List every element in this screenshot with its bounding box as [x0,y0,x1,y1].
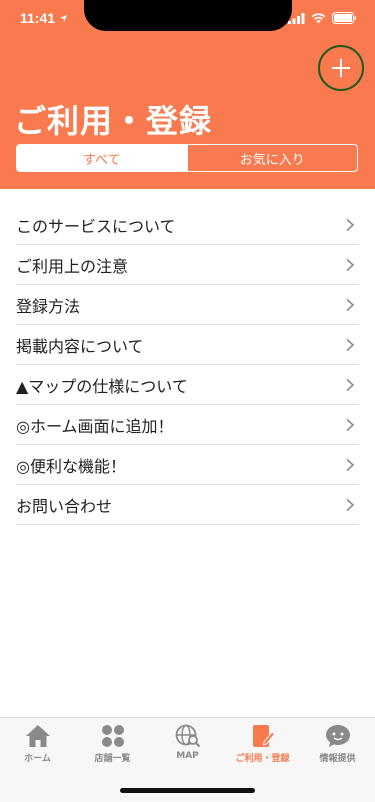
status-icons [288,12,357,24]
filter-segmented-control: すべて お気に入り [16,144,358,172]
tab-label: MAP [176,751,199,761]
list-item-label: お問い合わせ [16,496,113,516]
chevron-right-icon [346,298,355,311]
battery-icon [332,12,357,24]
list-item-map-specs[interactable]: ▲マップの仕様について [16,365,359,405]
grid-dots-icon [101,725,124,747]
tab-label: ホーム [24,754,51,764]
list-item-useful-features[interactable]: ◎便利な機能！ [16,445,359,485]
status-time: 11:41 [20,10,68,26]
time-text: 11:41 [20,10,56,26]
chevron-right-icon [346,218,355,231]
plus-icon [332,59,350,77]
list-item-listing-content[interactable]: 掲載内容について [16,325,359,365]
tab-label: ご利用・登録 [235,754,290,764]
signal-icon [288,12,305,24]
list-item-label: 登録方法 [16,296,81,316]
segment-all[interactable]: すべて [17,145,187,171]
list-item-label: ◎ホーム画面に追加！ [16,416,174,436]
list-item-label: ▲マップの仕様について [16,376,188,396]
list-item-usage-notes[interactable]: ご利用上の注意 [16,245,359,285]
tab-usage-registration[interactable]: ご利用・登録 [225,724,300,774]
chevron-right-icon [346,378,355,391]
home-icon [25,725,50,747]
phone-screen: 11:41 ご利用・登録 すべて お気に入り このサービスについて ご利用上の注… [0,0,375,802]
chat-bubble-icon [325,725,350,747]
tab-label: 情報提供 [319,754,356,764]
chevron-right-icon [346,498,355,511]
tab-store-list[interactable]: 店舗一覧 [75,724,150,774]
tab-info-submission[interactable]: 情報提供 [300,724,375,774]
list-item-contact[interactable]: お問い合わせ [16,485,359,525]
location-arrow-icon [59,14,68,22]
header: 11:41 ご利用・登録 すべて お気に入り [0,0,375,189]
list-item-about-service[interactable]: このサービスについて [16,205,359,245]
list-item-label: 掲載内容について [16,336,144,356]
segment-favorites[interactable]: お気に入り [186,145,358,171]
list-item-label: ◎便利な機能！ [16,456,126,476]
chevron-right-icon [346,458,355,471]
device-notch [84,0,292,31]
home-indicator [120,788,255,793]
tab-map[interactable]: MAP [150,724,225,774]
document-pen-icon [252,725,275,747]
list-item-label: ご利用上の注意 [16,256,129,276]
wifi-icon [311,12,326,23]
status-bar: 11:41 [0,0,375,44]
chevron-right-icon [346,258,355,271]
chevron-right-icon [346,338,355,351]
list-item-add-to-home[interactable]: ◎ホーム画面に追加！ [16,405,359,445]
menu-list: このサービスについて ご利用上の注意 登録方法 掲載内容について ▲マップの仕様… [16,205,359,525]
globe-search-icon [175,724,200,748]
list-item-registration-method[interactable]: 登録方法 [16,285,359,325]
tab-home[interactable]: ホーム [0,724,75,774]
tab-label: 店舗一覧 [94,754,131,764]
list-item-label: このサービスについて [16,216,176,236]
page-title: ご利用・登録 [14,102,213,140]
chevron-right-icon [346,418,355,431]
add-button[interactable] [318,45,364,91]
